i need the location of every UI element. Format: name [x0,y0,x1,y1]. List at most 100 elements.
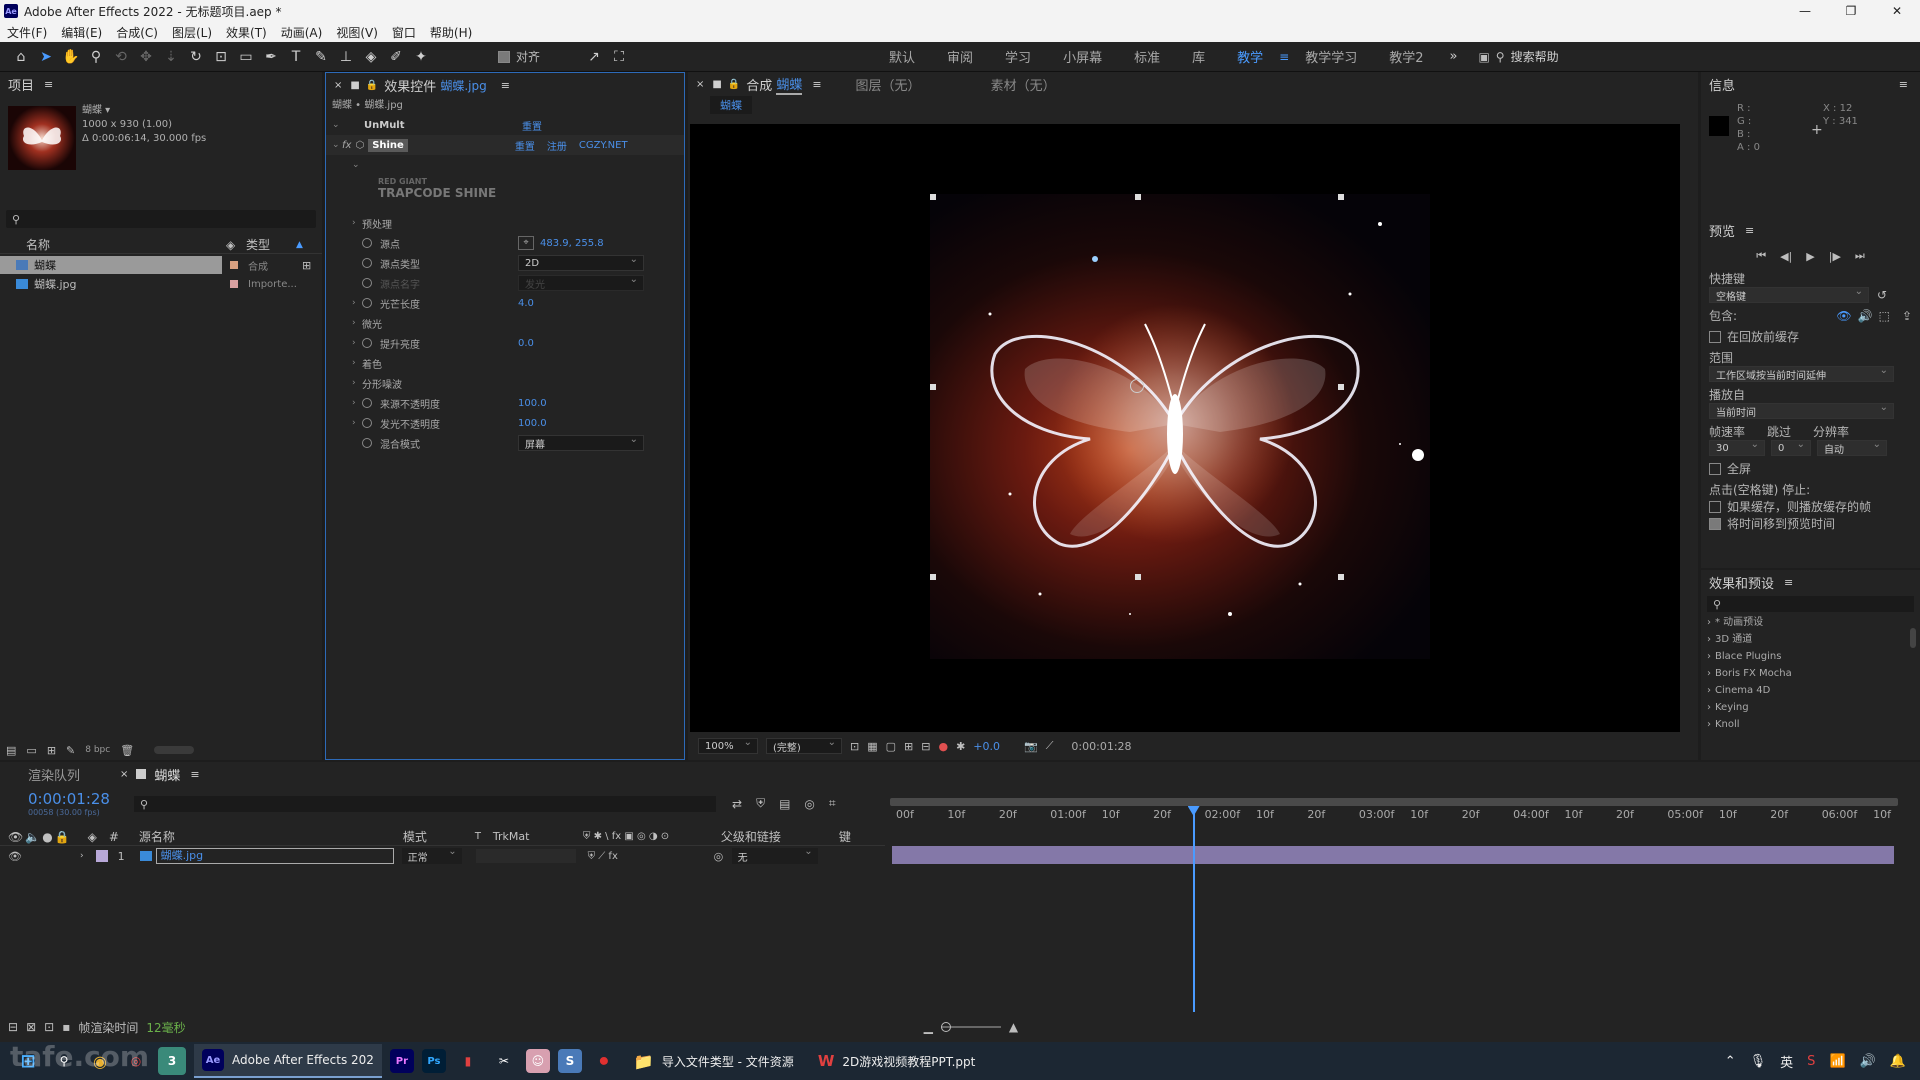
workspace-overflow-icon[interactable]: » [1449,49,1457,64]
stop-option-2[interactable]: 将时间移到预览时间 [1709,515,1912,532]
video-icon[interactable]: 👁 [1836,309,1851,323]
collapse-arrow-icon[interactable]: ⌄ [332,140,342,150]
app-3-icon[interactable]: 3 [158,1047,186,1075]
region-of-interest-icon[interactable]: ⊡ [850,740,859,753]
transform-handle[interactable] [930,574,936,580]
export-icon[interactable]: ⇪ [1902,309,1912,323]
menu-composition[interactable]: 合成(C) [109,24,165,41]
site-link-shine[interactable]: CGZY.NET [579,140,628,151]
layer-row[interactable]: 👁 › 1 蝴蝶.jpg 正常 ⛨ ⟋ fx ◎ 无 [0,846,885,865]
shine-property-row[interactable]: › 发光不透明度 100.0 [326,413,684,433]
lock-icon[interactable]: 🔒 [366,80,378,91]
expand-arrow-icon[interactable]: › [1707,668,1711,679]
trkmat-column[interactable]: TrkMat [493,830,583,843]
zoom-out-icon[interactable]: ▁ [924,1020,933,1034]
switches-column-icon[interactable]: ⛨ ✱ \ fx ▣ ◎ ◑ ⊙ [583,831,721,842]
panel-menu-icon[interactable]: ≡ [1745,224,1754,237]
panel-menu-icon[interactable]: ≡ [812,78,821,91]
stopwatch-icon[interactable] [362,438,372,448]
project-scrollbar[interactable] [154,746,195,754]
new-folder-icon[interactable]: ▭ [26,744,36,757]
puppet-pin-icon[interactable]: ✦ [410,46,432,68]
stop-option-2-checkbox[interactable] [1709,517,1721,530]
effects-category[interactable]: › Knoll [1707,716,1920,733]
adjust-icon[interactable]: ✎ [66,744,75,757]
close-tab-icon[interactable]: × [334,80,342,91]
3d-view-icon[interactable]: ⊟ [921,740,930,753]
snap-options-icon[interactable]: ↗ [583,46,605,68]
shine-property-row[interactable]: 源点名字 发光 [326,273,684,293]
expand-arrow-icon[interactable]: › [1707,634,1711,645]
parent-column[interactable]: 父级和链接 [721,828,839,845]
register-link-shine[interactable]: 注册 [547,138,567,153]
collapse-arrow-icon[interactable]: ⌄ [332,120,342,130]
zoom-slider[interactable] [940,1022,1001,1032]
workspace-layout-icon[interactable]: ▣ [1478,50,1489,64]
visibility-toggle-icon[interactable]: 👁 [8,850,22,863]
exposure-value[interactable]: +0.0 [973,740,1000,753]
channel-icon[interactable]: ● [938,740,948,753]
pick-whip-icon[interactable]: ◎ [714,850,732,863]
transform-handle[interactable] [930,384,936,390]
menu-help[interactable]: 帮助(H) [423,24,479,41]
menu-edit[interactable]: 编辑(E) [54,24,109,41]
rotate-tool-icon[interactable]: ↻ [185,46,207,68]
transform-handle[interactable] [1135,194,1141,200]
fullscreen-checkbox[interactable] [1709,462,1721,475]
taskbar-ppt[interactable]: W 2D游戏视频教程PPT.ppt [810,1044,984,1078]
layer-duration-bar[interactable] [892,846,1894,864]
preview-title[interactable]: 预览 [1709,221,1735,240]
composition-viewer[interactable] [690,124,1680,732]
expand-icon[interactable]: ⛶ [608,46,630,68]
toggle-modes-icon[interactable]: ⊠ [26,1020,36,1034]
ime-indicator[interactable]: 英 [1780,1052,1793,1071]
render-time-icon[interactable]: ▪ [62,1020,70,1034]
anchor-tool-icon[interactable]: ⊡ [210,46,232,68]
color-management-icon[interactable]: ✱ [956,740,965,753]
taskbar-explorer[interactable]: 📁 导入文件类型 - 文件资源 [626,1044,802,1078]
column-type[interactable]: 类型 [246,236,296,253]
expand-arrow-icon[interactable]: › [352,218,362,228]
timeline-comp-tab[interactable]: 蝴蝶 [154,765,180,784]
transform-handle[interactable] [1135,574,1141,580]
effects-category[interactable]: › * 动画预设 [1707,614,1920,631]
snapshot-icon[interactable]: 📷 [1024,740,1038,753]
property-value[interactable]: 483.9, 255.8 [540,238,604,249]
zoom-tool-icon[interactable]: ⚲ [85,46,107,68]
toggle-transfer-icon[interactable]: ⊡ [44,1020,54,1034]
shine-property-row[interactable]: 混合模式 屏幕 [326,433,684,453]
mask-visibility-icon[interactable]: ▢ [886,740,896,753]
last-frame-icon[interactable]: ⏭ [1855,249,1865,263]
hand-tool-icon[interactable]: ✋ [60,46,82,68]
column-name[interactable]: 名称 [26,236,226,253]
zoom-in-icon[interactable]: ▲ [1009,1020,1018,1034]
close-button[interactable]: ✕ [1874,4,1920,18]
app-file-icon[interactable]: ▮ [454,1047,482,1075]
stopwatch-icon[interactable] [362,238,372,248]
rectangle-tool-icon[interactable]: ▭ [235,46,257,68]
app-anime-icon[interactable]: ☺ [525,1049,550,1073]
t-column[interactable]: T [475,831,493,842]
notification-icon[interactable]: 🔔 [1890,1054,1906,1069]
capcut-icon[interactable]: ✂ [490,1047,518,1075]
visibility-column-icon[interactable]: 👁 [8,830,23,844]
flowchart-icon[interactable]: ⊞ [302,259,311,272]
workspace-default[interactable]: 默认 [873,47,931,66]
home-icon[interactable]: ⌂ [10,46,32,68]
panel-menu-icon[interactable]: ≡ [44,78,53,91]
expand-arrow-icon[interactable]: › [1707,651,1711,662]
property-value[interactable]: 100.0 [518,418,547,429]
menu-effect[interactable]: 效果(T) [219,24,274,41]
pan-tool-icon[interactable]: ✥ [135,46,157,68]
interpret-footage-icon[interactable]: ▤ [6,744,16,757]
resolution-dropdown[interactable]: 自动 [1817,439,1887,456]
expand-arrow-icon[interactable]: › [352,378,362,388]
reset-icon[interactable]: ↺ [1877,288,1887,302]
property-value[interactable]: 4.0 [518,298,534,309]
lock-icon[interactable]: 🔒 [728,79,740,90]
shine-property-row[interactable]: › 光芒长度 4.0 [326,293,684,313]
expand-layer-icon[interactable]: › [80,851,84,861]
expand-arrow-icon[interactable]: › [1707,617,1711,628]
panel-menu-icon[interactable]: ≡ [190,768,199,781]
panel-lock-icon[interactable]: ■ [350,80,359,91]
